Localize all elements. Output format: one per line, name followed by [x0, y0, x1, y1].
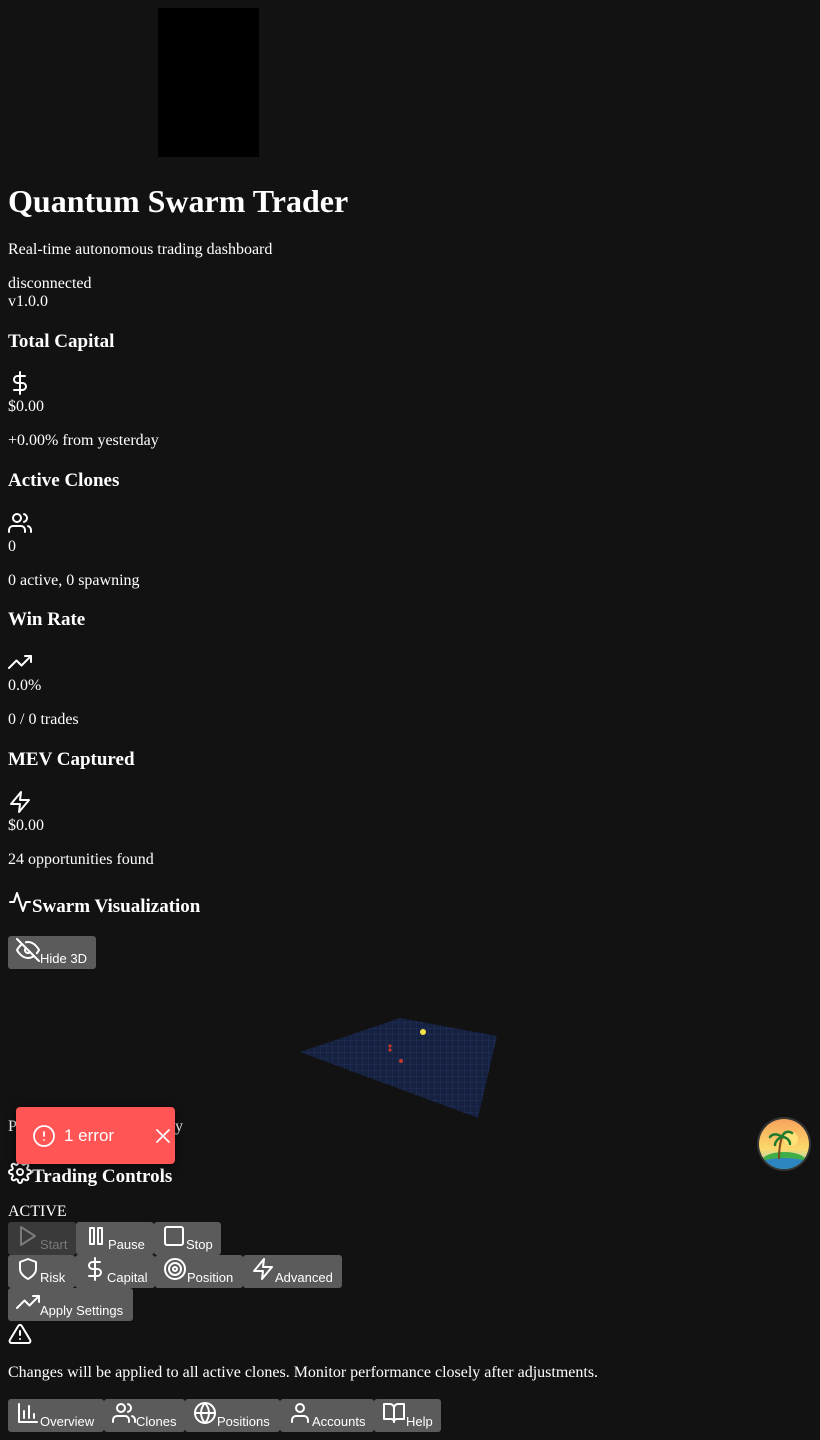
apply-settings-button[interactable]: Apply Settings: [8, 1288, 133, 1321]
trading-status: ACTIVE: [8, 1203, 67, 1220]
book-open-icon: [382, 1401, 406, 1425]
trading-controls-title: Trading Controls: [8, 1160, 172, 1189]
swarm-caption-end: y: [175, 1118, 183, 1135]
apply-settings-label: Apply Settings: [40, 1303, 124, 1318]
swarm-agent-red: [388, 1044, 392, 1048]
dollar-icon: [8, 371, 32, 395]
nav-accounts-button[interactable]: Accounts: [280, 1399, 374, 1432]
capital-card-title: Total Capital: [8, 331, 115, 352]
clones-value: 0: [8, 538, 16, 555]
alert-triangle-icon: [8, 1322, 32, 1346]
mev-detail: 24 opportunities found: [8, 851, 154, 868]
swarm-title-text: Swarm Visualization: [32, 896, 201, 917]
clones-detail: 0 active, 0 spawning: [8, 572, 140, 589]
tab-advanced[interactable]: Advanced: [243, 1255, 342, 1288]
close-icon[interactable]: [151, 1124, 175, 1148]
risk-label: Risk: [40, 1270, 66, 1285]
trading-controls-title-text: Trading Controls: [32, 1166, 173, 1187]
nav-help-label: Help: [406, 1414, 433, 1429]
shield-icon: [16, 1257, 40, 1281]
alert-circle-icon: [32, 1124, 56, 1148]
mev-value: $0.00: [8, 817, 44, 834]
error-toast[interactable]: 1 error: [16, 1107, 175, 1164]
tab-risk[interactable]: Risk: [8, 1255, 75, 1288]
nav-positions-button[interactable]: Positions: [185, 1399, 280, 1432]
advanced-label: Advanced: [275, 1270, 333, 1285]
clones-card-title: Active Clones: [8, 470, 120, 491]
nav-overview-button[interactable]: Overview: [8, 1399, 104, 1432]
swarm-3d-canvas[interactable]: [290, 1010, 510, 1125]
pause-label: Pause: [108, 1237, 145, 1252]
swarm-agent-gold: [420, 1029, 426, 1035]
capital-value: $0.00: [8, 398, 44, 415]
nav-overview-label: Overview: [40, 1414, 95, 1429]
nav-positions-label: Positions: [217, 1414, 270, 1429]
play-icon: [16, 1224, 40, 1248]
stop-button[interactable]: Stop: [154, 1222, 221, 1255]
page-subtitle: Real-time autonomous trading dashboard: [8, 241, 273, 258]
hide-3d-button[interactable]: Hide 3D: [8, 936, 96, 969]
logo-placeholder: [158, 8, 259, 157]
mev-card-title: MEV Captured: [8, 749, 135, 770]
activity-icon: [8, 890, 32, 914]
users-icon: [112, 1401, 136, 1425]
winrate-value: 0.0%: [8, 677, 42, 694]
floating-assistant-avatar[interactable]: [759, 1119, 809, 1169]
target-icon: [163, 1257, 187, 1281]
capital-label: Capital: [107, 1270, 148, 1285]
dollar-icon: [83, 1257, 107, 1281]
tab-capital[interactable]: Capital: [75, 1255, 155, 1288]
connection-status: disconnected: [8, 275, 92, 292]
nav-clones-label: Clones: [136, 1414, 177, 1429]
user-icon: [288, 1401, 312, 1425]
start-button[interactable]: Start: [8, 1222, 76, 1255]
swarm-agent-red: [388, 1048, 392, 1052]
trending-up-icon: [8, 650, 32, 674]
winrate-detail: 0 / 0 trades: [8, 711, 79, 728]
globe-icon: [193, 1401, 217, 1425]
tab-position[interactable]: Position: [155, 1255, 243, 1288]
users-icon: [8, 511, 32, 535]
swarm-section-title: Swarm Visualization: [8, 890, 200, 919]
settings-warning-text: Changes will be applied to all active cl…: [8, 1364, 599, 1381]
start-label: Start: [40, 1237, 68, 1252]
bar-chart-icon: [16, 1401, 40, 1425]
hide-3d-label: Hide 3D: [40, 951, 87, 966]
pause-button[interactable]: Pause: [76, 1222, 154, 1255]
winrate-card-title: Win Rate: [8, 609, 86, 630]
page-title: Quantum Swarm Trader: [8, 183, 349, 219]
zap-icon: [8, 790, 32, 814]
pause-icon: [84, 1224, 108, 1248]
error-toast-text: 1 error: [64, 1126, 115, 1145]
nav-clones-button[interactable]: Clones: [104, 1399, 185, 1432]
trending-up-icon: [16, 1290, 40, 1314]
capital-detail: +0.00% from yesterday: [8, 432, 159, 449]
eye-off-icon: [16, 938, 40, 962]
stop-icon: [162, 1224, 186, 1248]
position-label: Position: [187, 1270, 234, 1285]
zap-icon: [251, 1257, 275, 1281]
stop-label: Stop: [186, 1237, 213, 1252]
nav-help-button[interactable]: Help: [374, 1399, 441, 1432]
dashboard-page: Quantum Swarm Trader Real-time autonomou…: [0, 0, 820, 1440]
swarm-agent-red: [399, 1059, 403, 1063]
version-label: v1.0.0: [8, 293, 48, 310]
nav-accounts-label: Accounts: [312, 1414, 366, 1429]
